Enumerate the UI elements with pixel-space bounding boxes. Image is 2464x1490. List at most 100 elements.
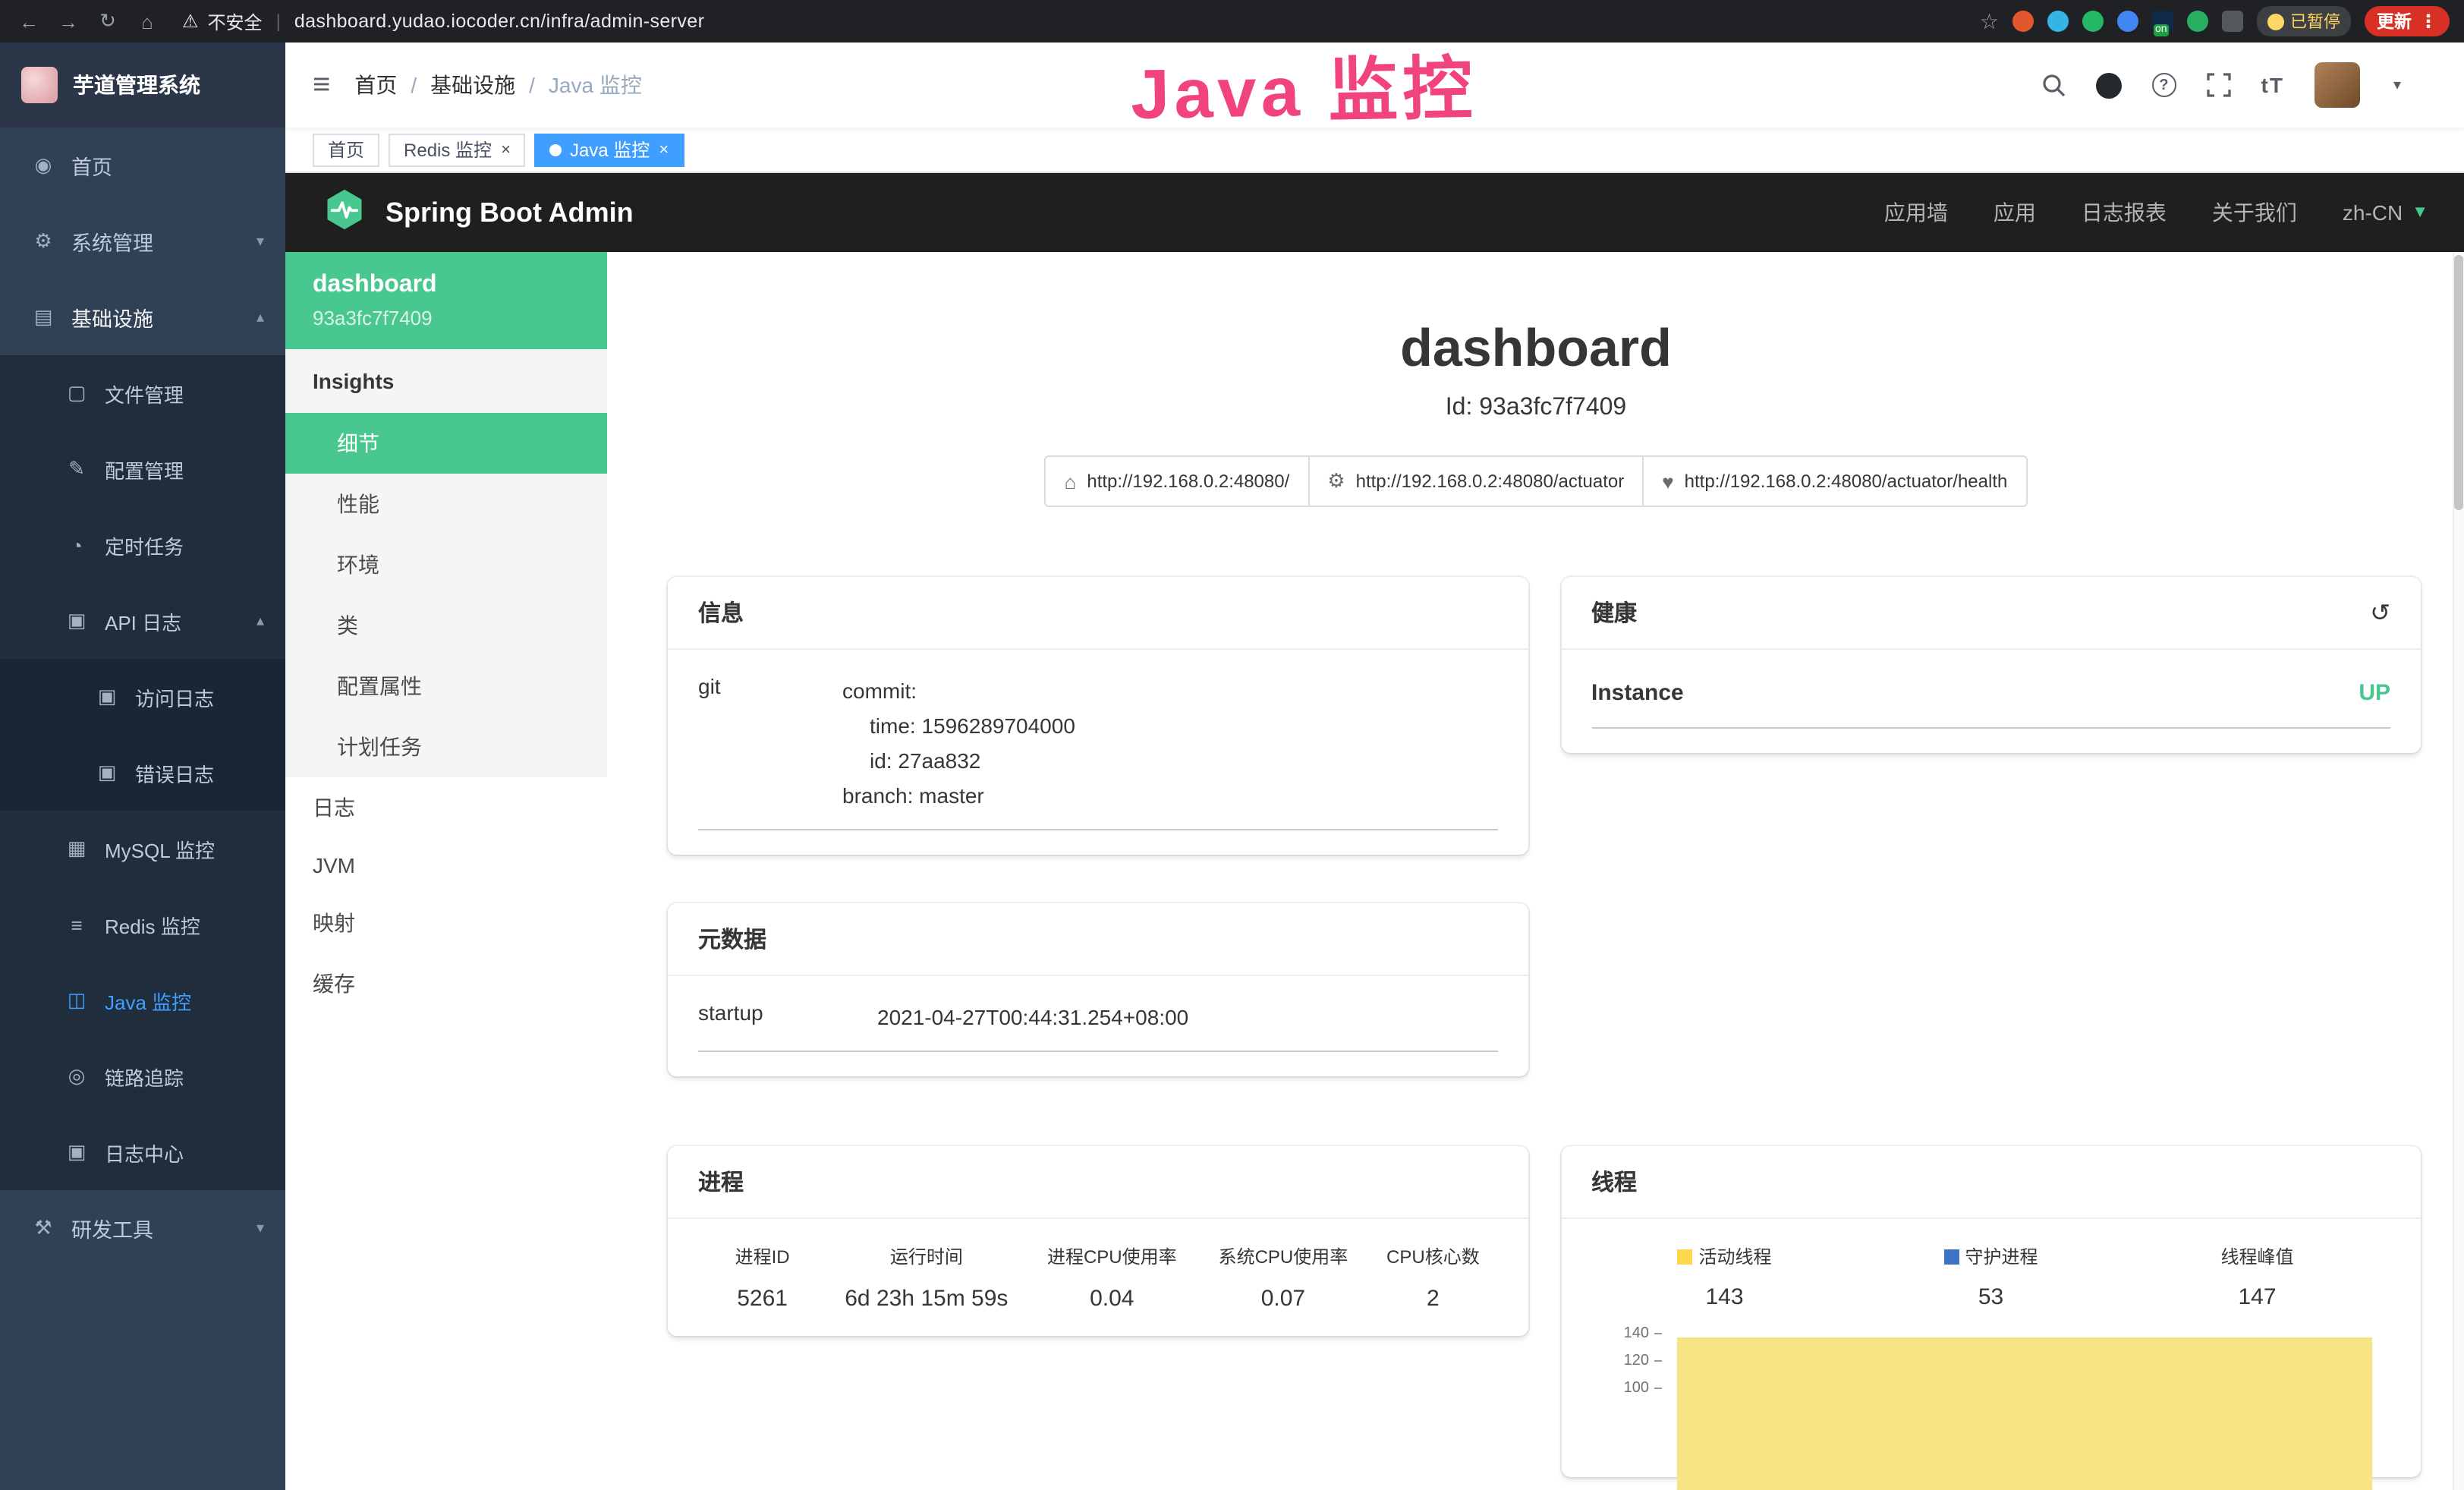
- chrome-toolbar: ☆ on 已暂停 更新 ⋮: [1980, 6, 2450, 36]
- threads-legend: 活动线程 143 守护进程 53 线程峰值 14: [1591, 1243, 2390, 1310]
- sidebar-item-log-center[interactable]: ▣ 日志中心: [0, 1114, 285, 1190]
- mysql-monitor-icon: ▦: [64, 836, 90, 861]
- language-selector[interactable]: zh-CN ▼: [2343, 200, 2428, 225]
- live-threads-area: [1676, 1337, 2372, 1490]
- sba-item-loggers[interactable]: 日志: [285, 777, 607, 838]
- font-size-icon[interactable]: tT: [2261, 73, 2284, 97]
- sidebar-item-api-logs[interactable]: ▣ API 日志 ▴: [0, 583, 285, 659]
- sidebar-item-file-management[interactable]: ▢ 文件管理: [0, 355, 285, 431]
- sba-item-environment[interactable]: 环境: [285, 534, 607, 595]
- browser-home-icon[interactable]: ⌂: [134, 10, 161, 33]
- sba-nav-applications[interactable]: 应用: [1994, 197, 2036, 228]
- sba-brand[interactable]: Spring Boot Admin: [322, 186, 634, 239]
- tab-java-monitor[interactable]: Java 监控 ×: [535, 133, 684, 166]
- sba-item-config-props[interactable]: 配置属性: [285, 656, 607, 717]
- sba-item-jvm[interactable]: JVM: [285, 838, 607, 893]
- sba-sidebar: dashboard 93a3fc7f7409 Insights 细节 性能 环境…: [285, 252, 607, 1490]
- extension-icon[interactable]: on: [2152, 11, 2173, 32]
- instance-links: ⌂ http://192.168.0.2:48080/ ⚙ http://192…: [607, 455, 2464, 507]
- address-bar[interactable]: ⚠ 不安全 | dashboard.yudao.iocoder.cn/infra…: [182, 8, 1968, 34]
- kebab-menu-icon[interactable]: ⋮: [2419, 11, 2437, 32]
- github-icon[interactable]: [2096, 72, 2122, 98]
- close-icon[interactable]: ×: [659, 140, 669, 159]
- sba-nav-links: 应用墙 应用 日志报表 关于我们 zh-CN ▼: [1884, 197, 2428, 228]
- heart-icon: ♥: [1662, 470, 1673, 493]
- warning-icon: ⚠: [182, 11, 199, 32]
- search-icon[interactable]: [2041, 73, 2066, 97]
- breadcrumb-separator: /: [529, 73, 535, 97]
- sidebar-item-java-monitor[interactable]: ◫ Java 监控: [0, 962, 285, 1038]
- sidebar-item-redis-monitor[interactable]: ≡ Redis 监控: [0, 887, 285, 962]
- sba-item-scheduled-tasks[interactable]: 计划任务: [285, 717, 607, 777]
- app-title: 芋道管理系统: [73, 70, 200, 100]
- extension-icon[interactable]: [2012, 11, 2034, 32]
- extension-icon[interactable]: [2222, 11, 2243, 32]
- browser-forward-icon[interactable]: →: [55, 10, 82, 33]
- sidebar-item-config-management[interactable]: ✎ 配置管理: [0, 431, 285, 507]
- access-log-icon: ▣: [94, 685, 120, 709]
- insights-group-label: Insights: [285, 349, 607, 413]
- extension-icon[interactable]: [2082, 11, 2104, 32]
- sidebar-item-access-logs[interactable]: ▣ 访问日志: [0, 659, 285, 735]
- chevron-down-icon[interactable]: ▾: [2393, 77, 2401, 93]
- browser-back-icon[interactable]: ←: [15, 10, 42, 33]
- sba-nav-about[interactable]: 关于我们: [2212, 197, 2297, 228]
- status-badge: UP: [2359, 680, 2390, 706]
- fullscreen-icon[interactable]: [2207, 73, 2231, 97]
- user-avatar[interactable]: [2315, 62, 2360, 108]
- scrollbar[interactable]: [2453, 252, 2464, 1490]
- sba-item-metrics[interactable]: 性能: [285, 474, 607, 534]
- sba-item-mappings[interactable]: 映射: [285, 893, 607, 953]
- sba-nav-journal[interactable]: 日志报表: [2082, 197, 2167, 228]
- sidebar-item-trace[interactable]: ◎ 链路追踪: [0, 1038, 285, 1114]
- breadcrumb-home[interactable]: 首页: [354, 70, 397, 100]
- process-card-title: 进程: [668, 1146, 1528, 1219]
- browser-reload-icon[interactable]: ↻: [94, 9, 121, 33]
- instance-block[interactable]: dashboard 93a3fc7f7409: [285, 252, 607, 349]
- screen: ← → ↻ ⌂ ⚠ 不安全 | dashboard.yudao.iocoder.…: [0, 0, 2464, 1490]
- paused-badge[interactable]: 已暂停: [2257, 6, 2351, 36]
- sba-navbar: Spring Boot Admin 应用墙 应用 日志报表 关于我们 zh-CN…: [285, 173, 2464, 252]
- app-header: ≡ 首页 / 基础设施 / Java 监控 ?: [285, 43, 2464, 128]
- extension-icon[interactable]: [2047, 11, 2069, 32]
- error-log-icon: ▣: [94, 761, 120, 785]
- hamburger-icon[interactable]: ≡: [285, 68, 354, 102]
- history-icon[interactable]: ↺: [2370, 597, 2390, 628]
- update-button[interactable]: 更新 ⋮: [2365, 6, 2450, 36]
- actuator-url-button[interactable]: ⚙ http://192.168.0.2:48080/actuator: [1309, 455, 1644, 507]
- process-card: 进程 进程ID5261 运行时间6d 23h 15m 59s 进程CPU使用率0…: [668, 1146, 1528, 1336]
- sba-item-beans[interactable]: 类: [285, 595, 607, 656]
- sidebar-item-mysql-monitor[interactable]: ▦ MySQL 监控: [0, 811, 285, 887]
- tab-home[interactable]: 首页: [313, 133, 379, 166]
- extension-icon[interactable]: [2117, 11, 2138, 32]
- bookmark-star-icon[interactable]: ☆: [1980, 8, 1999, 34]
- sba-nav-wallboard[interactable]: 应用墙: [1884, 197, 1948, 228]
- sidebar-item-dev-tools[interactable]: ⚒ 研发工具 ▾: [0, 1190, 285, 1266]
- extension-icon[interactable]: [2187, 11, 2208, 32]
- sba-logo-icon: [322, 186, 367, 239]
- breadcrumb-infrastructure[interactable]: 基础设施: [430, 70, 515, 100]
- breadcrumb-current: Java 监控: [549, 70, 642, 100]
- close-icon[interactable]: ×: [501, 140, 511, 159]
- sidebar-item-infrastructure[interactable]: ▤ 基础设施 ▴: [0, 279, 285, 355]
- sidebar-item-error-logs[interactable]: ▣ 错误日志: [0, 735, 285, 811]
- scrollbar-thumb[interactable]: [2454, 255, 2463, 510]
- sba-item-details[interactable]: 细节: [285, 413, 607, 474]
- breadcrumb: 首页 / 基础设施 / Java 监控: [354, 70, 642, 100]
- active-dot: [550, 143, 562, 156]
- address-divider: |: [276, 11, 281, 32]
- cards-row-1: 信息 git commit: time: 1596289704000 id: 2…: [668, 577, 2421, 855]
- sba-brand-label: Spring Boot Admin: [385, 197, 634, 228]
- sidebar-item-system-management[interactable]: ⚙ 系统管理 ▾: [0, 203, 285, 279]
- config-icon: ✎: [64, 457, 90, 481]
- sidebar-item-scheduled-tasks[interactable]: ◔ 定时任务: [0, 507, 285, 583]
- sba-item-caches[interactable]: 缓存: [285, 953, 607, 1014]
- info-card: 信息 git commit: time: 1596289704000 id: 2…: [668, 577, 1528, 855]
- help-icon[interactable]: ?: [2152, 73, 2176, 97]
- app-logo[interactable]: 芋道管理系统: [0, 43, 285, 128]
- sidebar-item-home[interactable]: ◉ 首页: [0, 128, 285, 203]
- service-url-button[interactable]: ⌂ http://192.168.0.2:48080/: [1045, 455, 1310, 507]
- app-sidebar: 芋道管理系统 ◉ 首页 ⚙ 系统管理 ▾ ▤ 基础设施 ▴ ▢: [0, 43, 285, 1490]
- health-url-button[interactable]: ♥ http://192.168.0.2:48080/actuator/heal…: [1644, 455, 2027, 507]
- tab-redis-monitor[interactable]: Redis 监控 ×: [389, 133, 526, 166]
